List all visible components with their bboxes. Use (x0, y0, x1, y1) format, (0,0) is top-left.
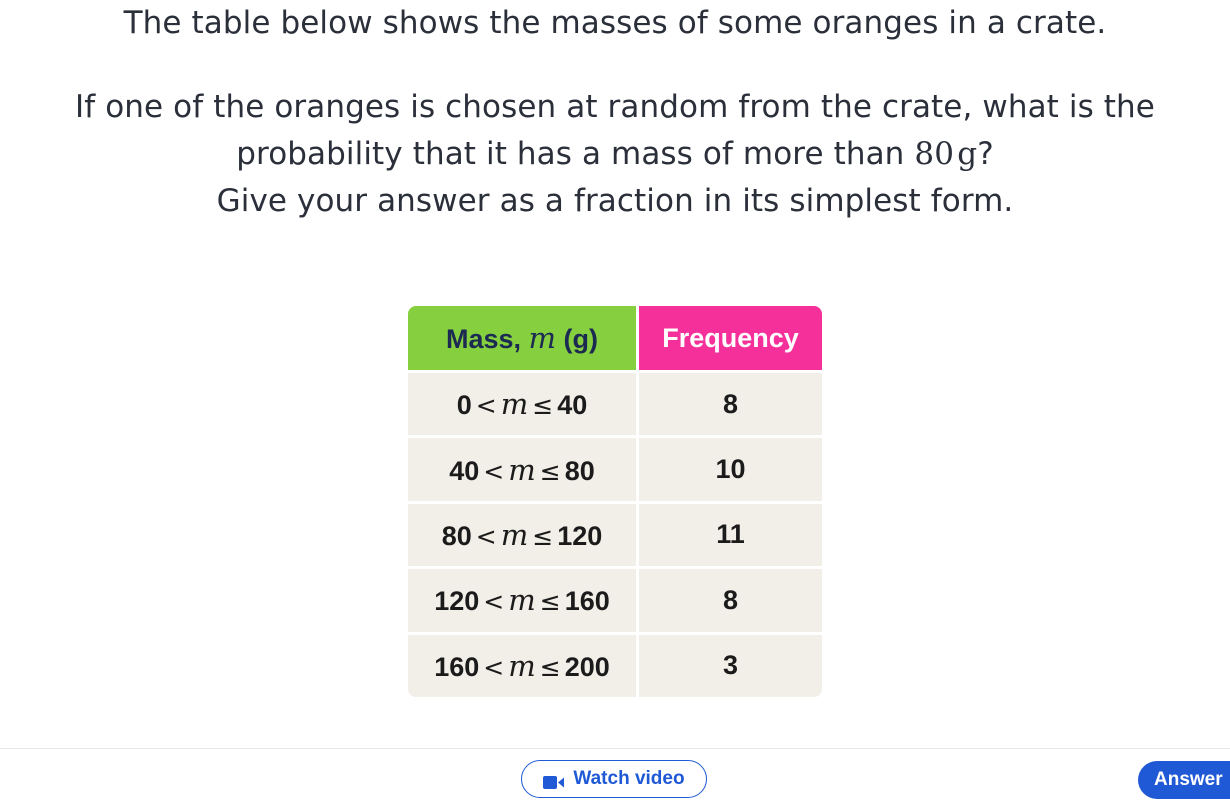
answer-button[interactable]: Answer (1138, 761, 1230, 799)
question-intro: The table below shows the masses of some… (123, 5, 1107, 41)
table-row: 0 < m ≤40 8 (408, 370, 822, 436)
question-line-1: If one of the oranges is chosen at rando… (75, 89, 1155, 125)
question-line-2: probability that it has a mass of more t… (236, 136, 994, 172)
frequency-cell: 8 (639, 370, 822, 436)
video-camera-icon (543, 773, 565, 789)
watch-video-button[interactable]: Watch video (521, 760, 707, 798)
mass-interval-cell: 160 < m ≤200 (408, 631, 639, 697)
table-header-row: Mass, m (g) Frequency (408, 306, 822, 370)
footer-divider (0, 748, 1230, 749)
frequency-cell: 8 (639, 566, 822, 632)
mass-interval-cell: 0 < m ≤40 (408, 370, 639, 436)
mass-interval-cell: 80 < m ≤120 (408, 500, 639, 567)
frequency-cell: 11 (639, 500, 822, 567)
frequency-table: Mass, m (g) Frequency 0 < m ≤40 8 40 < m ≤80 10 80… (408, 306, 822, 697)
table-row: 80 < m ≤120 11 (408, 500, 822, 567)
table-row: 40 < m ≤80 10 (408, 435, 822, 501)
table-row: 160 < m ≤200 3 (408, 631, 822, 697)
mass-interval-cell: 120 < m ≤160 (408, 566, 639, 632)
header-mass: Mass, m (g) (408, 306, 639, 370)
watch-video-label: Watch video (573, 768, 685, 789)
question-text: If one of the oranges is chosen at rando… (0, 84, 1230, 225)
question-line-3: Give your answer as a fraction in its si… (216, 183, 1014, 219)
mass-interval-cell: 40 < m ≤80 (408, 435, 639, 501)
mass-unit: g (957, 136, 978, 172)
header-frequency: Frequency (639, 306, 822, 370)
mass-threshold-value: 80 (914, 136, 955, 172)
frequency-cell: 3 (639, 631, 822, 697)
table-row: 120 < m ≤160 8 (408, 566, 822, 632)
frequency-cell: 10 (639, 435, 822, 501)
